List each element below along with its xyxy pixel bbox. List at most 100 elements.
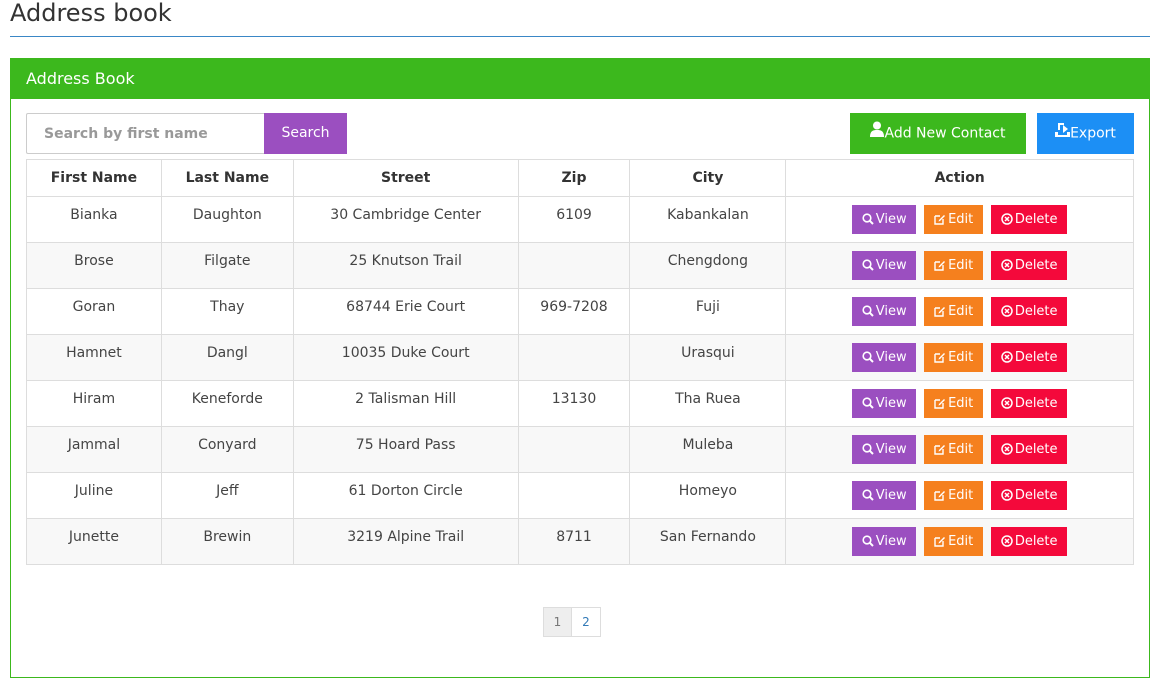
address-book-panel: Address Book Search Add New Contact Expo… xyxy=(10,58,1150,678)
cell-street: 75 Hoard Pass xyxy=(292,426,519,473)
column-header-city[interactable]: City xyxy=(629,159,787,197)
panel-heading: Address Book xyxy=(11,59,1149,99)
delete-button[interactable]: Delete xyxy=(991,251,1068,280)
add-new-contact-label: Add New Contact xyxy=(884,125,1006,142)
cell-last-name: Brewin xyxy=(160,518,294,565)
export-label: Export xyxy=(1070,125,1116,142)
edit-label: Edit xyxy=(948,304,974,319)
close-circle-icon xyxy=(1001,304,1015,319)
edit-button[interactable]: Edit xyxy=(924,297,984,326)
delete-button[interactable]: Delete xyxy=(991,527,1068,556)
view-label: View xyxy=(875,212,907,227)
view-label: View xyxy=(875,534,907,549)
search-button[interactable]: Search xyxy=(264,113,347,154)
column-header-zip[interactable]: Zip xyxy=(517,159,631,197)
title-divider xyxy=(10,36,1150,37)
cell-first-name: Hamnet xyxy=(26,334,162,381)
cell-actions: View Edit Delete xyxy=(785,472,1134,519)
column-header-first-name[interactable]: First Name xyxy=(26,159,162,197)
cell-first-name: Bianka xyxy=(26,196,162,243)
view-label: View xyxy=(875,350,907,365)
cell-zip xyxy=(517,426,631,473)
cell-last-name: Conyard xyxy=(160,426,294,473)
delete-label: Delete xyxy=(1014,258,1058,273)
view-label: View xyxy=(875,396,907,411)
view-button[interactable]: View xyxy=(852,297,917,326)
delete-label: Delete xyxy=(1014,534,1058,549)
edit-button[interactable]: Edit xyxy=(924,343,984,372)
edit-button[interactable]: Edit xyxy=(924,435,984,464)
cell-first-name: Goran xyxy=(26,288,162,335)
edit-label: Edit xyxy=(948,258,974,273)
delete-button[interactable]: Delete xyxy=(991,435,1068,464)
cell-zip xyxy=(517,242,631,289)
close-circle-icon xyxy=(1001,258,1015,273)
edit-button[interactable]: Edit xyxy=(924,481,984,510)
page-link-2[interactable]: 2 xyxy=(572,607,601,637)
edit-label: Edit xyxy=(948,212,974,227)
cell-city: Fuji xyxy=(629,288,787,335)
view-button[interactable]: View xyxy=(852,343,917,372)
edit-icon xyxy=(934,258,948,273)
cell-city: Homeyo xyxy=(629,472,787,519)
cell-street: 30 Cambridge Center xyxy=(292,196,519,243)
edit-label: Edit xyxy=(948,534,974,549)
export-button[interactable]: Export xyxy=(1037,113,1134,154)
view-button[interactable]: View xyxy=(852,481,917,510)
page-link-1[interactable]: 1 xyxy=(543,607,572,637)
search-input[interactable] xyxy=(26,113,265,154)
zoom-icon xyxy=(862,442,876,457)
edit-button[interactable]: Edit xyxy=(924,389,984,418)
edit-icon xyxy=(934,212,948,227)
view-label: View xyxy=(875,258,907,273)
edit-button[interactable]: Edit xyxy=(924,205,984,234)
zoom-icon xyxy=(862,304,876,319)
delete-button[interactable]: Delete xyxy=(991,343,1068,372)
delete-label: Delete xyxy=(1014,396,1058,411)
cell-city: Kabankalan xyxy=(629,196,787,243)
column-header-last-name[interactable]: Last Name xyxy=(160,159,294,197)
cell-city: San Fernando xyxy=(629,518,787,565)
delete-label: Delete xyxy=(1014,350,1058,365)
zoom-icon xyxy=(862,534,876,549)
table-header-row: First Name Last Name Street Zip City Act… xyxy=(26,159,1134,197)
table-row: Juline Jeff 61 Dorton Circle Homeyo View Edit… xyxy=(26,472,1134,519)
contacts-table: First Name Last Name Street Zip City Act… xyxy=(26,159,1134,565)
cell-first-name: Junette xyxy=(26,518,162,565)
table-row: Bianka Daughton 30 Cambridge Center 6109 Kab… xyxy=(26,196,1134,243)
edit-icon xyxy=(934,304,948,319)
delete-button[interactable]: Delete xyxy=(991,481,1068,510)
cell-first-name: Brose xyxy=(26,242,162,289)
cell-actions: View Edit Delete xyxy=(785,242,1134,289)
close-circle-icon xyxy=(1001,212,1015,227)
delete-button[interactable]: Delete xyxy=(991,297,1068,326)
edit-label: Edit xyxy=(948,488,974,503)
cell-street: 3219 Alpine Trail xyxy=(292,518,519,565)
view-button[interactable]: View xyxy=(852,205,917,234)
edit-button[interactable]: Edit xyxy=(924,251,984,280)
cell-last-name: Filgate xyxy=(160,242,294,289)
close-circle-icon xyxy=(1001,534,1015,549)
edit-label: Edit xyxy=(948,396,974,411)
view-button[interactable]: View xyxy=(852,435,917,464)
pagination: 1 2 xyxy=(543,607,601,637)
table-row: Jammal Conyard 75 Hoard Pass Muleba View Edit… xyxy=(26,426,1134,473)
delete-button[interactable]: Delete xyxy=(991,205,1068,234)
view-button[interactable]: View xyxy=(852,389,917,418)
cell-street: 61 Dorton Circle xyxy=(292,472,519,519)
column-header-street[interactable]: Street xyxy=(292,159,519,197)
zoom-icon xyxy=(862,212,876,227)
cell-last-name: Keneforde xyxy=(160,380,294,427)
edit-button[interactable]: Edit xyxy=(924,527,984,556)
page-title: Address book xyxy=(10,0,172,27)
view-label: View xyxy=(875,442,907,457)
cell-last-name: Jeff xyxy=(160,472,294,519)
view-label: View xyxy=(875,304,907,319)
close-circle-icon xyxy=(1001,442,1015,457)
view-button[interactable]: View xyxy=(852,527,917,556)
view-button[interactable]: View xyxy=(852,251,917,280)
delete-button[interactable]: Delete xyxy=(991,389,1068,418)
edit-icon xyxy=(934,442,948,457)
zoom-icon xyxy=(862,396,876,411)
add-new-contact-button[interactable]: Add New Contact xyxy=(850,113,1026,154)
